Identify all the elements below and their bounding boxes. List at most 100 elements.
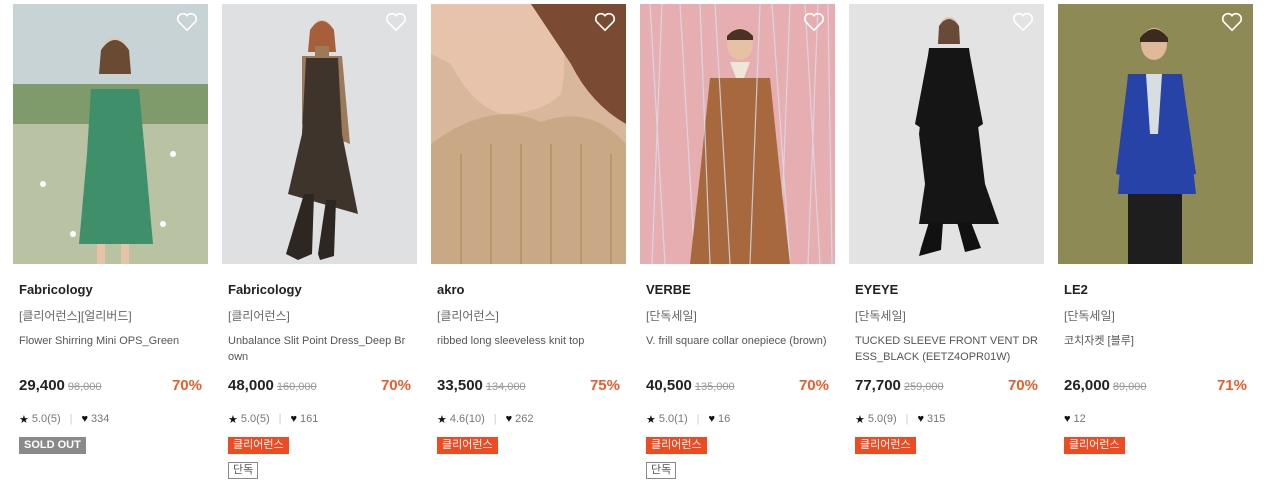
meta-divider: | [69,413,73,425]
product-name[interactable]: Unbalance Slit Point Dress_Deep Brown [228,333,411,367]
product-card[interactable]: Fabricology [클리어런스] Unbalance Slit Point… [222,4,417,479]
product-photo [13,4,208,264]
product-brand[interactable]: Fabricology [19,282,208,297]
price-row: 48,000 160,000 70% [228,377,411,399]
sale-price: 26,000 [1064,377,1110,394]
product-meta: ★ 5.0(1) | ♥ 16 [646,411,835,427]
product-tagline: [클리어런스] [437,309,499,323]
product-card[interactable]: Fabricology [클리어런스][얼리버드] Flower Shirrin… [13,4,208,454]
discount-rate: 75% [589,377,620,394]
heart-filled-icon: ♥ [505,413,513,425]
product-tagline: [단독세일] [1064,309,1115,323]
discount-rate: 70% [798,377,829,394]
product-brand[interactable]: EYEYE [855,282,1044,297]
product-tagline: [클리어런스][얼리버드] [19,309,132,323]
product-photo [849,4,1044,264]
product-image[interactable] [849,4,1044,264]
exclusive-badge: 단독 [646,462,677,479]
price-row: 77,700 259,000 70% [855,377,1038,399]
product-image[interactable] [222,4,417,264]
meta-divider: | [278,413,282,425]
product-card[interactable]: LE2 [단독세일] 코치자켓 [블루] 26,000 89,000 71% ♥ 1… [1058,4,1253,454]
discount-rate: 70% [1007,377,1038,394]
product-meta: ♥ 12 [1064,411,1253,427]
rating: 5.0(5) [240,413,270,425]
product-grid: Fabricology [클리어런스][얼리버드] Flower Shirrin… [0,0,1266,486]
sale-price: 40,500 [646,377,692,394]
original-price: 134,000 [485,381,526,393]
star-icon: ★ [437,413,447,426]
clearance-badge: 클리어런스 [646,437,707,454]
product-photo [222,4,417,264]
price-row: 29,400 98,000 70% [19,377,202,399]
meta-divider: | [696,413,700,425]
product-photo [431,4,626,264]
product-image[interactable] [431,4,626,264]
product-name[interactable]: 코치자켓 [블루] [1064,333,1247,367]
like-count: 12 [1073,413,1086,425]
original-price: 98,000 [67,381,102,393]
discount-rate: 71% [1216,377,1247,394]
like-count: 262 [515,413,534,425]
product-meta: ★ 5.0(9) | ♥ 315 [855,411,1044,427]
product-meta: ★ 5.0(5) | ♥ 334 [19,411,208,427]
wishlist-heart-icon[interactable] [176,12,198,32]
sale-price: 33,500 [437,377,483,394]
wishlist-heart-icon[interactable] [385,12,407,32]
wishlist-heart-icon[interactable] [803,12,825,32]
badge-group: 클리어런스 [855,435,1044,454]
product-image[interactable] [640,4,835,264]
wishlist-heart-icon[interactable] [1221,12,1243,32]
rating: 5.0(9) [867,413,897,425]
meta-divider: | [493,413,497,425]
like-count: 161 [300,413,319,425]
product-tagline: [클리어런스] [228,309,290,323]
discount-rate: 70% [171,377,202,394]
wishlist-heart-icon[interactable] [594,12,616,32]
product-brand[interactable]: Fabricology [228,282,417,297]
product-name[interactable]: Flower Shirring Mini OPS_Green [19,333,202,367]
original-price: 89,000 [1112,381,1147,393]
product-name[interactable]: TUCKED SLEEVE FRONT VENT DRESS_BLACK (EE… [855,333,1038,367]
heart-filled-icon: ♥ [81,413,89,425]
product-brand[interactable]: akro [437,282,626,297]
discount-rate: 70% [380,377,411,394]
product-photo [640,4,835,264]
rating: 5.0(1) [658,413,688,425]
product-brand[interactable]: LE2 [1064,282,1253,297]
like-count: 334 [91,413,110,425]
product-image[interactable] [13,4,208,264]
badge-group: 클리어런스 [1064,435,1253,454]
star-icon: ★ [228,413,238,426]
original-price: 259,000 [903,381,944,393]
product-card[interactable]: EYEYE [단독세일] TUCKED SLEEVE FRONT VENT DR… [849,4,1044,454]
wishlist-heart-icon[interactable] [1012,12,1034,32]
clearance-badge: 클리어런스 [437,437,498,454]
sale-price: 29,400 [19,377,65,394]
badge-group: 클리어런스 단독 [228,435,417,479]
sold-out-badge: SOLD OUT [19,437,86,454]
star-icon: ★ [855,413,865,426]
rating: 5.0(5) [31,413,61,425]
price-row: 26,000 89,000 71% [1064,377,1247,399]
product-name[interactable]: ribbed long sleeveless knit top [437,333,620,367]
product-brand[interactable]: VERBE [646,282,835,297]
product-image[interactable] [1058,4,1253,264]
product-card[interactable]: VERBE [단독세일] V. frill square collar onep… [640,4,835,479]
product-name[interactable]: V. frill square collar onepiece (brown) [646,333,829,367]
heart-filled-icon: ♥ [290,413,298,425]
price-row: 40,500 135,000 70% [646,377,829,399]
star-icon: ★ [19,413,29,426]
heart-filled-icon: ♥ [917,413,925,425]
star-icon: ★ [646,413,656,426]
heart-filled-icon: ♥ [1064,413,1071,425]
product-meta: ★ 5.0(5) | ♥ 161 [228,411,417,427]
badge-group: 클리어런스 단독 [646,435,835,479]
like-count: 315 [927,413,946,425]
product-tagline: [단독세일] [855,309,906,323]
clearance-badge: 클리어런스 [855,437,916,454]
product-card[interactable]: akro [클리어런스] ribbed long sleeveless knit… [431,4,626,454]
badge-group: SOLD OUT [19,435,208,454]
product-meta: ★ 4.6(10) | ♥ 262 [437,411,626,427]
original-price: 160,000 [276,381,317,393]
